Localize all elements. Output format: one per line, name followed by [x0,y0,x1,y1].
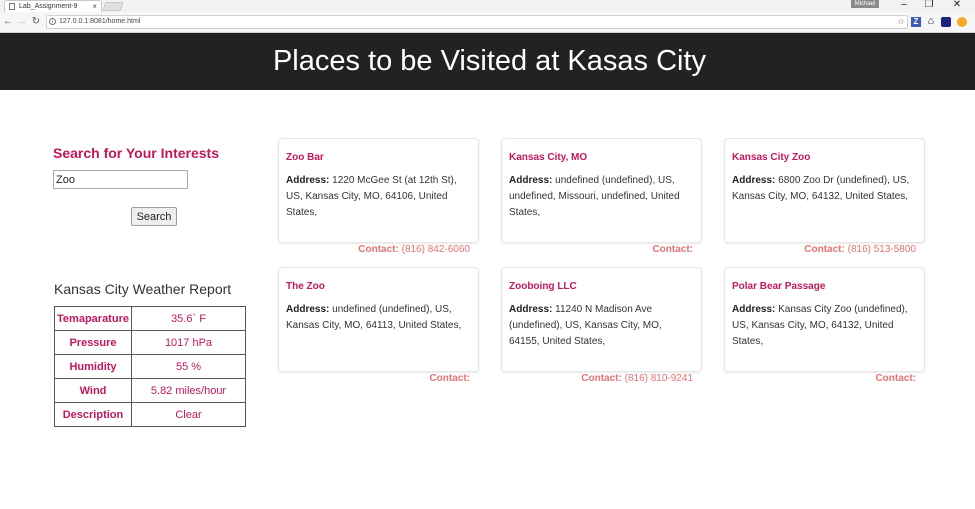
address-label: Address: [286,175,330,186]
place-card: Zoo Bar Address: 1220 McGee St (at 12th … [278,138,479,243]
contact-phone: (816) 513-5800 [847,244,916,255]
extension-book-icon[interactable] [941,17,951,27]
contact-label: Contact: [804,244,845,255]
place-name-link[interactable]: Zooboing LLC [509,281,694,292]
place-name-link[interactable]: Kansas City Zoo [732,152,917,163]
contact-label: Contact: [875,373,916,384]
back-icon[interactable]: ← [3,16,13,27]
browser-tab-bar: Lab_Assignment-9 × Michael – ❐ ✕ [0,0,975,12]
place-contact: Contact: [493,244,693,255]
extension-recycle-icon[interactable]: ♺ [926,17,936,27]
minimize-icon[interactable]: – [897,0,911,10]
weather-row-pressure: Pressure 1017 hPa [54,330,246,355]
place-card: Polar Bear Passage Address: Kansas City … [724,267,925,372]
address-label: Address: [509,304,553,315]
place-name-link[interactable]: The Zoo [286,281,471,292]
place-address: Address: 1220 McGee St (at 12th St), US,… [286,173,471,221]
profile-badge[interactable]: Michael [851,0,879,8]
contact-label: Contact: [652,244,693,255]
place-contact: Contact: (816) 513-5800 [716,244,916,255]
url-text: 127.0.0.1:8081/home.html [59,18,141,25]
reload-icon[interactable]: ↻ [31,16,41,27]
place-address: Address: undefined (undefined), US, unde… [509,173,694,221]
weather-row-temperature: Temaparature 35.6` F [54,306,246,331]
page-icon [9,3,15,10]
place-address: Address: 11240 N Madison Ave (undefined)… [509,302,694,350]
place-contact: Contact: [716,373,916,384]
place-contact: Contact: (816) 842-6060 [270,244,470,255]
address-bar: ← → ↻ i 127.0.0.1:8081/home.html ☆ Z ♺ [0,12,975,33]
url-input[interactable]: i 127.0.0.1:8081/home.html [46,15,908,29]
weather-value: 55 % [131,354,246,379]
search-input[interactable] [53,170,188,189]
address-label: Address: [732,175,776,186]
place-card: Kansas City, MO Address: undefined (unde… [501,138,702,243]
search-title: Search for Your Interests [53,145,219,161]
weather-title: Kansas City Weather Report [54,281,232,297]
place-contact: Contact: (816) 810-9241 [493,373,693,384]
weather-value: 1017 hPa [131,330,246,355]
weather-label: Pressure [54,330,132,355]
weather-value: 5.82 miles/hour [131,378,246,403]
tab-close-icon[interactable]: × [92,1,97,12]
weather-label: Humidity [54,354,132,379]
weather-value: 35.6` F [131,306,246,331]
place-card: Zooboing LLC Address: 11240 N Madison Av… [501,267,702,372]
new-tab-button[interactable] [102,2,124,11]
restore-icon[interactable]: ❐ [922,0,936,10]
address-label: Address: [509,175,553,186]
bookmark-star-icon[interactable]: ☆ [896,17,906,27]
search-button[interactable]: Search [131,207,177,226]
place-name-link[interactable]: Kansas City, MO [509,152,694,163]
weather-value: Clear [131,402,246,427]
contact-label: Contact: [358,244,399,255]
page-title: Places to be Visited at Kasas City [272,45,707,77]
place-address: Address: Kansas City Zoo (undefined), US… [732,302,917,350]
info-icon[interactable]: i [49,18,56,25]
page-header: Places to be Visited at Kasas City [0,33,975,90]
weather-table: Temaparature 35.6` F Pressure 1017 hPa H… [54,306,246,427]
contact-label: Contact: [429,373,470,384]
weather-label: Temaparature [54,306,132,331]
place-card: Kansas City Zoo Address: 6800 Zoo Dr (un… [724,138,925,243]
weather-row-wind: Wind 5.82 miles/hour [54,378,246,403]
address-label: Address: [732,304,776,315]
extension-z-icon[interactable]: Z [911,17,921,27]
weather-label: Wind [54,378,132,403]
place-card: The Zoo Address: undefined (undefined), … [278,267,479,372]
contact-label: Contact: [581,373,622,384]
place-name-link[interactable]: Zoo Bar [286,152,471,163]
tab-title: Lab_Assignment-9 [19,3,78,10]
forward-icon[interactable]: → [17,16,27,27]
browser-tab[interactable]: Lab_Assignment-9 × [4,0,102,12]
place-contact: Contact: [270,373,470,384]
weather-label: Description [54,402,132,427]
close-window-icon[interactable]: ✕ [950,0,964,10]
contact-phone: (816) 842-6060 [401,244,470,255]
weather-row-humidity: Humidity 55 % [54,354,246,379]
weather-row-description: Description Clear [54,402,246,427]
place-address: Address: 6800 Zoo Dr (undefined), US, Ka… [732,173,917,205]
place-address: Address: undefined (undefined), US, Kans… [286,302,471,334]
extension-orange-icon[interactable] [957,17,967,27]
place-name-link[interactable]: Polar Bear Passage [732,281,917,292]
address-label: Address: [286,304,330,315]
contact-phone: (816) 810-9241 [624,373,693,384]
